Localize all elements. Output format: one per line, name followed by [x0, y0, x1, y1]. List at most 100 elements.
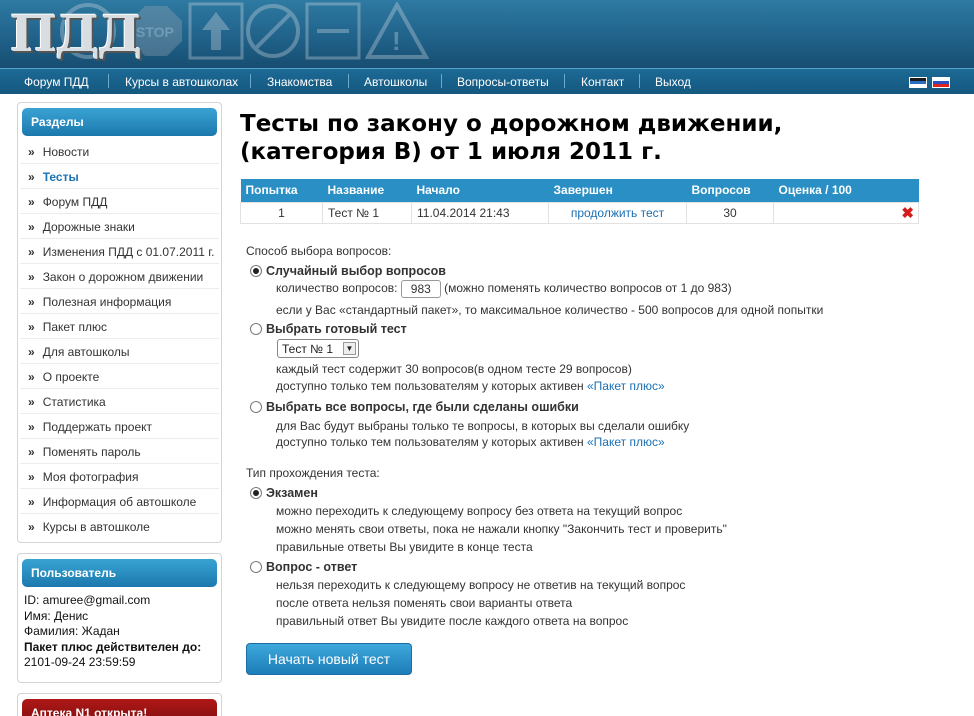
package-plus-link[interactable]: «Пакет плюс»: [587, 435, 665, 449]
option-random[interactable]: Случайный выбор вопросов: [250, 264, 446, 278]
sidebar-item-label: Поддержать проект: [42, 420, 152, 434]
sidebar-item-forum[interactable]: » Форум ПДД: [20, 189, 219, 214]
qty-input[interactable]: 983: [400, 280, 441, 298]
mistakes-note-1: для Вас будут выбраны только те вопросы,…: [276, 419, 690, 433]
table-row: 1 Тест № 1 11.04.2014 21:43 продолжить т…: [240, 201, 919, 224]
top-nav: Форум ПДД Курсы в автошколах Знакомства …: [0, 68, 974, 94]
radio-question-answer[interactable]: [250, 561, 262, 573]
nav-schools[interactable]: Автошколы: [364, 75, 427, 89]
warning-sign-icon: !: [365, 2, 429, 59]
sidebar-item-law[interactable]: » Закон о дорожном движении: [20, 264, 219, 289]
sidebar-item-for-school[interactable]: » Для автошколы: [20, 339, 219, 364]
sidebar-item-school-courses[interactable]: » Курсы в автошколе: [20, 514, 219, 539]
bullet-icon: »: [28, 220, 35, 234]
qty-note: (можно поменять количество вопросов от 1…: [444, 281, 732, 296]
sidebar-item-statistics[interactable]: » Статистика: [20, 389, 219, 414]
sidebar-item-change-password[interactable]: » Поменять пароль: [20, 439, 219, 464]
page-title-line: Тесты по закону о дорожном движении,: [240, 111, 783, 137]
pharmacy-title[interactable]: Аптека N1 открыта!: [22, 699, 217, 716]
exam-note-2: можно менять свои ответы, пока не нажали…: [276, 522, 727, 536]
package-valid-label: Пакет плюс действителен до:: [24, 639, 202, 654]
cell-start: 11.04.2014 21:43: [411, 201, 549, 224]
option-mistakes[interactable]: Выбрать все вопросы, где были сделаны ош…: [250, 400, 579, 414]
nav-faq[interactable]: Вопросы-ответы: [457, 75, 549, 89]
radio-mistakes[interactable]: [250, 401, 262, 413]
option-question-answer[interactable]: Вопрос - ответ: [250, 560, 357, 574]
exam-note-3: правильные ответы Вы увидите в конце тес…: [276, 540, 533, 554]
bullet-icon: »: [28, 370, 35, 384]
start-new-test-button[interactable]: Начать новый тест: [246, 643, 412, 675]
option-ready-label: Выбрать готовый тест: [266, 322, 407, 336]
continue-test-link[interactable]: продолжить тест: [571, 206, 664, 220]
ready-test-select[interactable]: Тест № 1 ▼: [277, 339, 359, 358]
sidebar-item-label: Пакет плюс: [42, 320, 107, 334]
sidebar-item-label: Моя фотография: [42, 470, 139, 484]
ready-note-2-text: доступно только тем пользователям у кото…: [276, 379, 584, 393]
sidebar-item-label: О проекте: [42, 370, 100, 384]
sidebar-item-label: Поменять пароль: [42, 445, 141, 459]
qa-note-2: после ответа нельзя поменять свои вариан…: [276, 596, 573, 610]
user-info: ID: amuree@gmail.com Имя: Денис Фамилия:…: [18, 587, 221, 677]
nav-dating[interactable]: Знакомства: [267, 75, 332, 89]
bullet-icon: »: [28, 395, 35, 409]
sidebar-item-road-signs[interactable]: » Дорожные знаки: [20, 214, 219, 239]
delete-icon[interactable]: ✖: [901, 205, 914, 222]
sections-panel: Разделы » Новости » Тесты » Форум ПДД » Доро…: [17, 102, 222, 543]
sidebar-item-my-photo[interactable]: » Моя фотография: [20, 464, 219, 489]
bullet-icon: »: [28, 345, 35, 359]
sidebar-item-label: Закон о дорожном движении: [42, 270, 204, 284]
ready-test-select-value: Тест № 1: [282, 342, 334, 356]
sidebar-item-school-info[interactable]: » Информация об автошколе: [20, 489, 219, 514]
option-ready-test[interactable]: Выбрать готовый тест: [250, 322, 407, 336]
radio-ready-test[interactable]: [250, 323, 262, 335]
estonian-flag-icon[interactable]: [909, 77, 927, 88]
user-id: ID: amuree@gmail.com: [24, 593, 151, 607]
bullet-icon: »: [28, 145, 35, 159]
end-restriction-sign-icon: [246, 4, 300, 58]
sidebar-item-tests[interactable]: » Тесты: [20, 164, 219, 189]
option-exam[interactable]: Экзамен: [250, 486, 318, 500]
user-first-name: Имя: Денис: [24, 608, 89, 623]
sidebar-item-useful-info[interactable]: » Полезная информация: [20, 289, 219, 314]
bullet-icon: »: [28, 195, 35, 209]
sidebar-item-changes[interactable]: » Изменения ПДД с 01.07.2011 г.: [20, 239, 219, 264]
bullet-icon: »: [28, 470, 35, 484]
sidebar-item-news[interactable]: » Новости: [20, 139, 219, 164]
russian-flag-icon[interactable]: [932, 77, 950, 88]
sections-list: » Новости » Тесты » Форум ПДД » Дорожные зна…: [18, 139, 221, 539]
qty-row: количество вопросов: 983 (можно поменять…: [276, 280, 732, 298]
nav-divider: [441, 74, 442, 88]
nav-contact[interactable]: Контакт: [581, 75, 624, 89]
selection-section-title: Способ выбора вопросов:: [246, 244, 392, 258]
bullet-icon: »: [28, 445, 35, 459]
bullet-icon: »: [28, 320, 35, 334]
sidebar-item-about[interactable]: » О проекте: [20, 364, 219, 389]
sidebar-item-support[interactable]: » Поддержать проект: [20, 414, 219, 439]
option-qa-label: Вопрос - ответ: [266, 560, 358, 574]
qa-note-1: нельзя переходить к следующему вопросу н…: [276, 578, 686, 592]
option-mistakes-label: Выбрать все вопросы, где были сделаны ош…: [266, 400, 579, 414]
radio-exam[interactable]: [250, 487, 262, 499]
sidebar-item-label: Тесты: [42, 170, 79, 184]
pharmacy-panel: Аптека N1 открыта!: [17, 693, 222, 716]
ready-note-2: доступно только тем пользователям у кото…: [276, 379, 665, 393]
col-score: Оценка / 100: [773, 179, 919, 202]
sidebar-item-label: Статистика: [42, 395, 106, 409]
radio-random[interactable]: [250, 265, 262, 277]
nav-divider: [250, 74, 251, 88]
package-plus-link[interactable]: «Пакет плюс»: [587, 379, 665, 393]
bullet-icon: »: [28, 520, 35, 534]
nav-courses[interactable]: Курсы в автошколах: [125, 75, 238, 89]
site-header: STOP ! ПДД: [0, 0, 974, 68]
mistakes-note-2: доступно только тем пользователям у кото…: [276, 435, 665, 449]
sidebar-item-package-plus[interactable]: » Пакет плюс: [20, 314, 219, 339]
nav-forum[interactable]: Форум ПДД: [24, 75, 89, 89]
sidebar-item-label: Новости: [42, 145, 90, 159]
svg-text:!: !: [392, 26, 401, 56]
sidebar-item-label: Курсы в автошколе: [42, 520, 150, 534]
site-logo[interactable]: ПДД: [10, 4, 142, 63]
ready-note-1: каждый тест содержит 30 вопросов(в одном…: [276, 362, 632, 376]
nav-divider: [108, 74, 109, 88]
nav-logout[interactable]: Выход: [655, 75, 691, 89]
cell-questions: 30: [686, 201, 774, 224]
